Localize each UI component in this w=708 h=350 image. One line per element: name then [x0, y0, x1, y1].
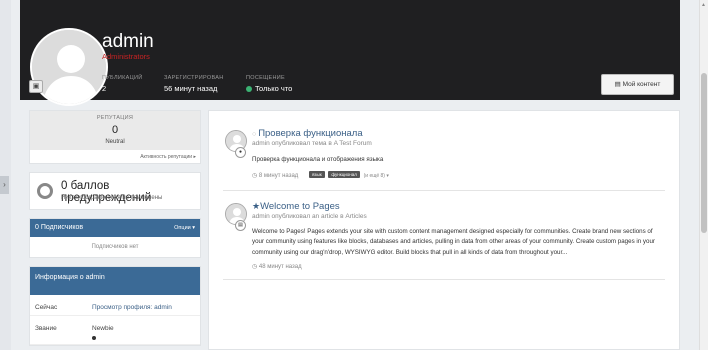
profile-sidebar: РЕПУТАЦИЯ 0 Neutral Активность репутации… [29, 110, 201, 350]
reputation-description: Neutral [105, 139, 125, 145]
warning-level-icon [37, 183, 53, 199]
feed-entry-title[interactable]: ★Welcome to Pages [252, 201, 340, 212]
scrollbar-thumb[interactable] [701, 73, 707, 233]
more-tags-link[interactable]: (и ещё 8) ▾ [364, 173, 389, 179]
user-group: Administrators [102, 52, 150, 61]
clock-icon: ◷ [252, 264, 259, 270]
divider [223, 190, 665, 191]
stat-label: ПОСЕЩЕНИЕ [246, 75, 285, 81]
about-title: Информация о admin [30, 267, 200, 295]
subscribers-box: 0 Подписчиков Опции ▾ Подписчиков нет [29, 218, 201, 258]
rank-wrap: Newbie [92, 325, 114, 340]
reputation-label: РЕПУТАЦИЯ [96, 115, 134, 121]
image-icon[interactable]: ▣ [29, 80, 43, 93]
profile-header: ▣ admin Administrators ПУБЛИКАЦИЙ 2 ЗАРЕ… [20, 0, 680, 106]
feed-entry-footer: ◷ 8 минут назад язык функционал (и ещё 8… [252, 171, 389, 179]
star-icon: ★ [252, 201, 261, 211]
stat-value: Только что [255, 84, 293, 93]
my-content-button[interactable]: ▤ Мой контент [601, 74, 674, 95]
feed-entry-body: Welcome to Pages! Pages extends your sit… [252, 228, 655, 256]
stat-registered: ЗАРЕГИСТРИРОВАН 56 минут назад [164, 75, 223, 93]
feed-entry-meta: admin опубликовал тема в A Test Forum [252, 140, 372, 147]
stat-posts: ПУБЛИКАЦИЙ 2 [102, 75, 142, 93]
reputation-activity-link[interactable]: Активность репутации ▸ [30, 150, 200, 160]
stat-value: 56 минут назад [164, 84, 218, 93]
reputation-box: РЕПУТАЦИЯ 0 Neutral Активность репутации… [29, 110, 201, 164]
feed-entry-title[interactable]: ○ Проверка функционала [252, 128, 363, 139]
username: admin [102, 31, 154, 52]
tag[interactable]: функционал [328, 171, 360, 178]
warnings-box: 0 баллов предупреждений Никаких ограниче… [29, 172, 201, 210]
feed-title-text[interactable]: Welcome to Pages [260, 201, 340, 212]
current-activity-link[interactable]: Просмотр профиля: admin [92, 304, 172, 311]
warning-restrictions: Никаких ограничения не применены [61, 195, 163, 201]
content-icon: ▤ [614, 81, 623, 88]
feed-entry-footer: ◷ 48 минут назад [252, 263, 302, 270]
feed-time: 48 минут назад [258, 264, 302, 270]
rank-pip-icon [92, 336, 96, 340]
reputation-summary: РЕПУТАЦИЯ 0 Neutral [30, 111, 200, 150]
reputation-value: 0 [111, 124, 119, 136]
online-status-icon [246, 86, 252, 92]
scrollbar[interactable]: ▲ [699, 0, 708, 350]
my-content-label: Мой контент [622, 81, 661, 88]
expand-arrow-icon[interactable]: › [0, 176, 9, 194]
scroll-up-icon[interactable]: ▲ [701, 2, 706, 8]
chat-icon: ● [235, 147, 246, 158]
subscribers-options-menu[interactable]: Опции ▾ [174, 219, 195, 237]
info-row: Сейчас Просмотр профиля: admin [30, 295, 200, 316]
document-icon: ▤ [235, 220, 246, 231]
subscribers-title: 0 Подписчиков [35, 224, 84, 231]
info-key: Звание [35, 325, 57, 332]
feed-entry-body: Проверка функционала и отображения языка [252, 156, 384, 163]
stat-value-wrap: Только что [246, 84, 292, 93]
info-key: Сейчас [35, 304, 58, 311]
rank-value: Newbie [92, 325, 114, 332]
tag[interactable]: язык [308, 171, 325, 178]
avatar[interactable] [30, 28, 108, 106]
feed-time: 8 минут назад [258, 173, 299, 179]
feed-title-text[interactable]: Проверка функционала [258, 128, 362, 139]
divider [223, 279, 665, 280]
activity-feed: ● ○ Проверка функционала admin опубликов… [208, 110, 680, 350]
stat-last-visit: ПОСЕЩЕНИЕ Только что [246, 75, 292, 93]
feed-entry-meta: admin опубликовал an article в Articles [252, 213, 367, 220]
subscribers-header: 0 Подписчиков Опции ▾ [30, 219, 200, 237]
info-row: Звание Newbie [30, 316, 200, 345]
stat-value: 2 [102, 84, 107, 93]
clock-icon: ◷ [252, 173, 259, 179]
left-panel-strip [0, 0, 11, 350]
about-box: Информация о admin Сейчас Просмотр профи… [29, 266, 201, 346]
subscribers-empty: Подписчиков нет [91, 244, 139, 250]
stat-label: ПУБЛИКАЦИЙ [102, 75, 143, 81]
stat-label: ЗАРЕГИСТРИРОВАН [164, 75, 224, 81]
